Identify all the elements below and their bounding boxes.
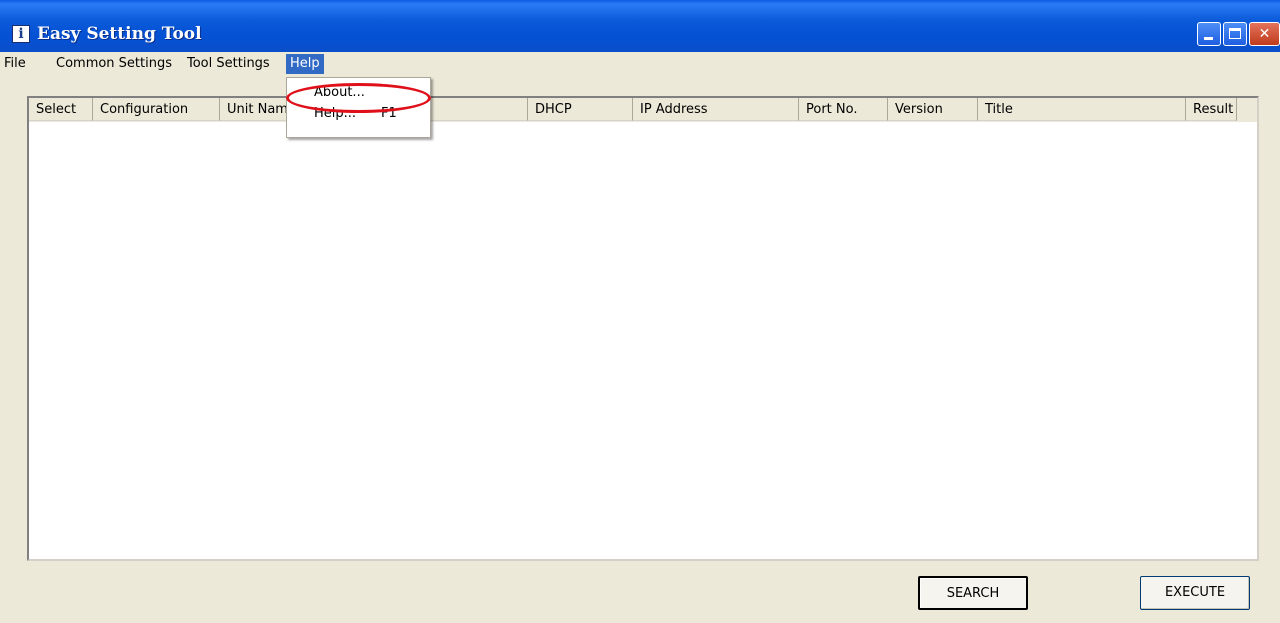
results-list[interactable]: Select Configuration Unit Name MAC Addre… bbox=[27, 96, 1259, 561]
title-bar[interactable]: i Easy Setting Tool ✕ bbox=[0, 0, 1280, 52]
maximize-icon bbox=[1229, 28, 1241, 39]
column-header-ip-address[interactable]: IP Address bbox=[633, 98, 799, 121]
menu-common-settings[interactable]: Common Settings bbox=[52, 54, 176, 74]
info-app-icon: i bbox=[12, 25, 30, 43]
execute-button[interactable]: EXECUTE bbox=[1140, 576, 1250, 610]
close-icon: ✕ bbox=[1258, 26, 1271, 42]
menu-tool-settings[interactable]: Tool Settings bbox=[183, 54, 274, 74]
menu-file[interactable]: File bbox=[0, 54, 30, 74]
search-button[interactable]: SEARCH bbox=[918, 576, 1028, 610]
menu-help[interactable]: Help bbox=[286, 54, 324, 74]
close-button[interactable]: ✕ bbox=[1249, 22, 1280, 46]
column-header-configuration[interactable]: Configuration bbox=[93, 98, 220, 121]
list-header: Select Configuration Unit Name MAC Addre… bbox=[29, 98, 1257, 122]
menu-bar: File Common Settings Tool Settings Help bbox=[0, 52, 1280, 76]
column-header-dhcp[interactable]: DHCP bbox=[528, 98, 633, 121]
column-header-select[interactable]: Select bbox=[29, 98, 93, 121]
minimize-icon bbox=[1204, 37, 1213, 40]
minimize-button[interactable] bbox=[1197, 22, 1221, 46]
app-window: i Easy Setting Tool ✕ File Common Settin… bbox=[0, 0, 1280, 623]
column-header-port-no[interactable]: Port No. bbox=[799, 98, 888, 121]
column-header-result[interactable]: Result bbox=[1186, 98, 1237, 121]
maximize-button[interactable] bbox=[1223, 22, 1247, 46]
annotation-highlight-ellipse bbox=[286, 83, 431, 113]
column-header-version[interactable]: Version bbox=[888, 98, 978, 121]
column-header-title[interactable]: Title bbox=[978, 98, 1186, 121]
window-title: Easy Setting Tool bbox=[37, 24, 202, 44]
